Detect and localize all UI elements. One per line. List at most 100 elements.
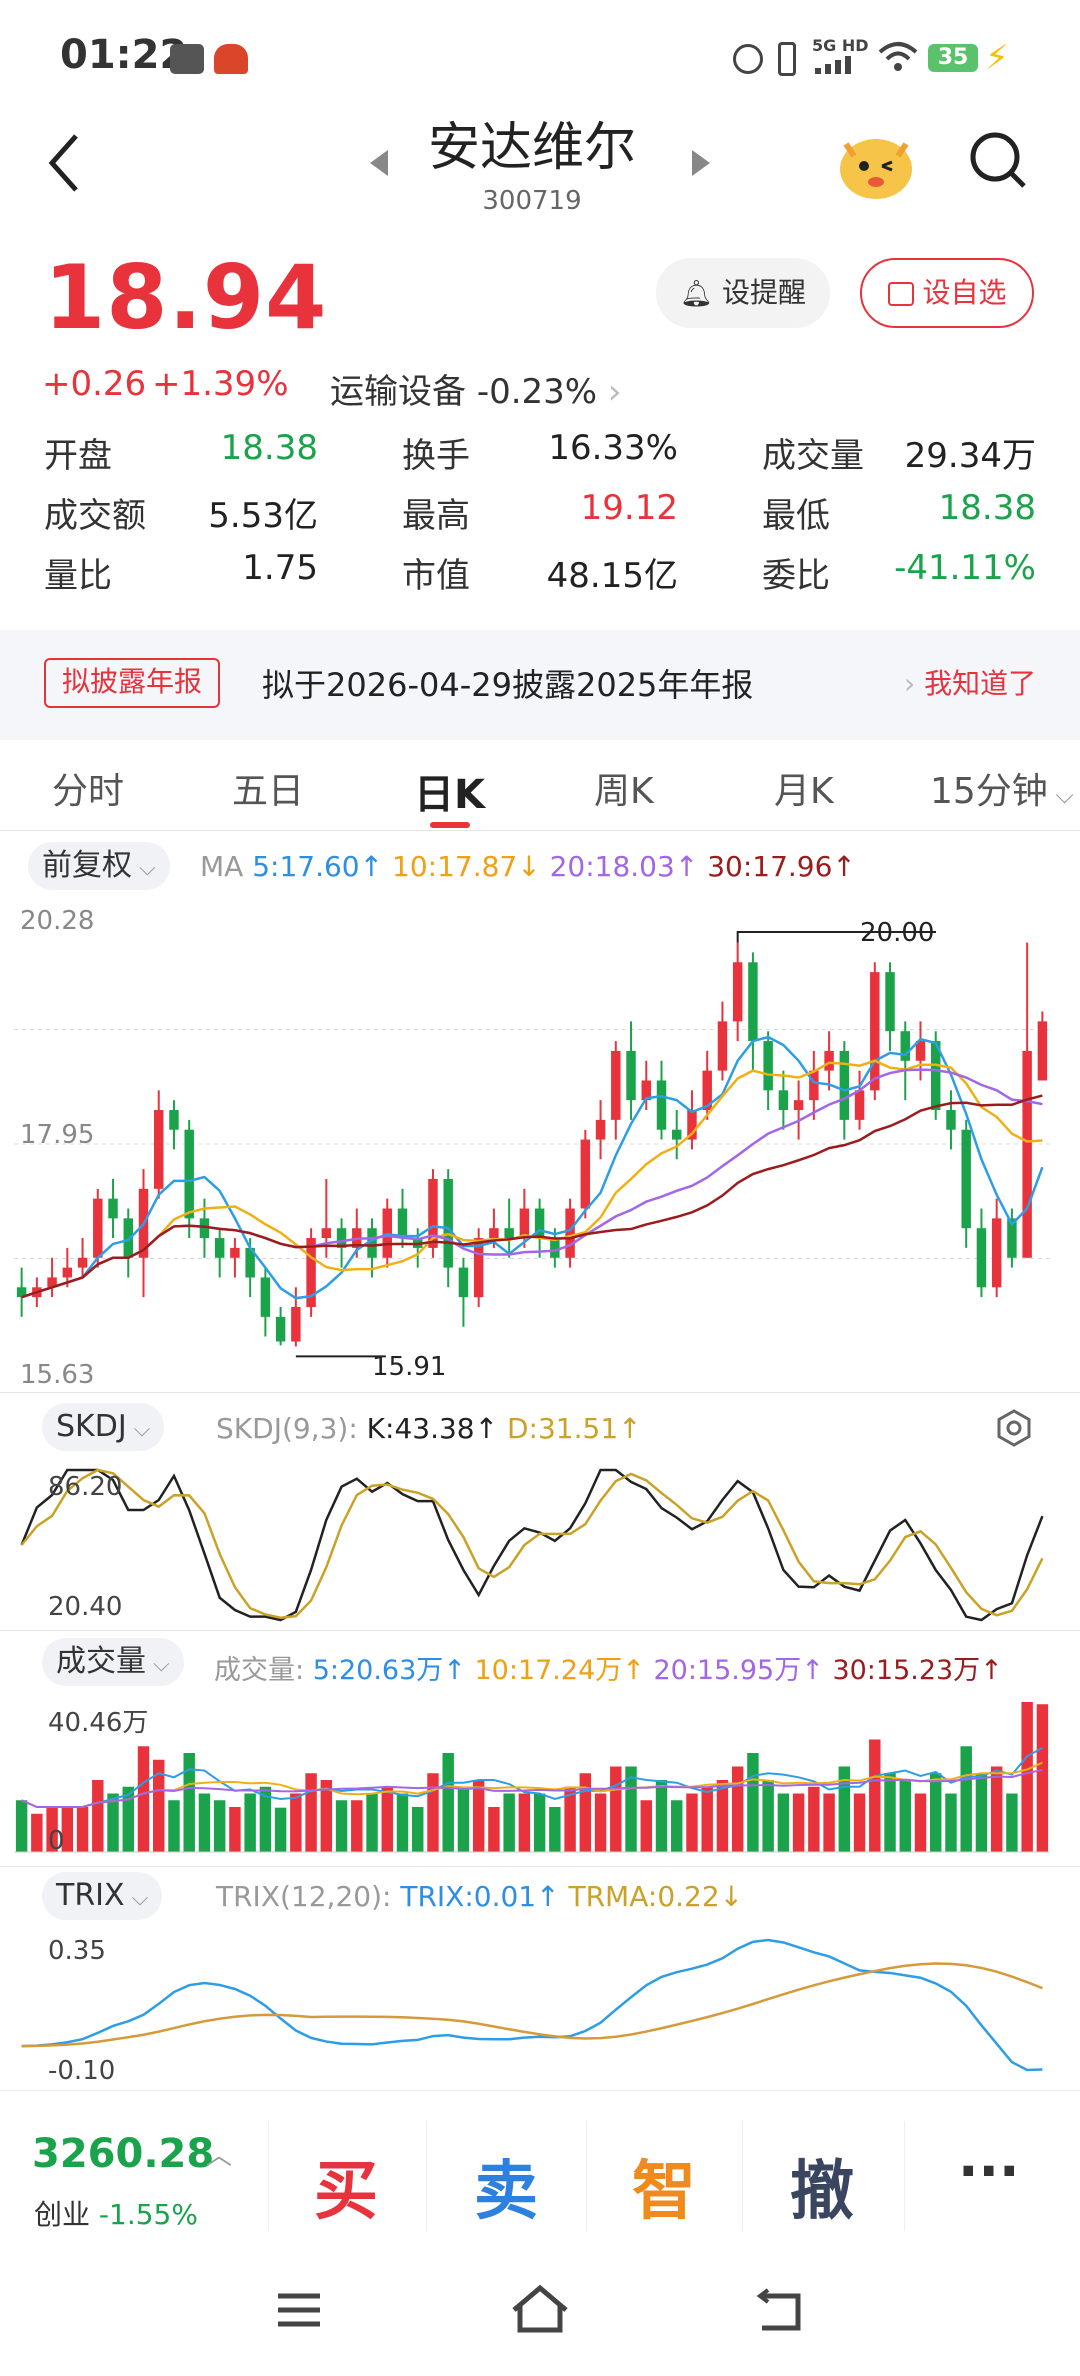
vol30-value: 30:15.23万↑ (832, 1655, 1003, 1686)
volume-bar (351, 1800, 363, 1852)
volume-bar (792, 1793, 805, 1852)
vol20-value: 20:15.95万↑ (653, 1655, 824, 1686)
volume-bar (869, 1739, 881, 1852)
volume-bar (671, 1800, 683, 1852)
menu-icon[interactable] (274, 2290, 324, 2334)
trma-value: TRMA:0.22↓ (568, 1880, 744, 1913)
tab-daily-k[interactable]: 日K (414, 762, 485, 820)
chevron-down-icon: ⌵ (126, 1417, 151, 1442)
trma-line (21, 1962, 1043, 2048)
skdj-k-line (20, 1468, 1044, 1622)
chevron-down-icon: ⌵ (124, 1886, 149, 1911)
mascot-icon[interactable] (836, 124, 916, 208)
candle-body (961, 1129, 971, 1229)
volume-bar (579, 1773, 592, 1852)
stat-value: 18.38 (220, 428, 318, 468)
high-marker: 20.00 (860, 918, 935, 948)
back-nav-icon[interactable] (754, 2288, 804, 2336)
candle-body (611, 1050, 621, 1120)
volume-legend: 成交量: 5:20.63万↑ 10:17.24万↑ 20:15.95万↑ 30:… (214, 1648, 1003, 1687)
disclosure-banner[interactable]: 拟披露年报 拟于2026-04-29披露2025年年报 › 我知道了 (0, 630, 1080, 740)
adjust-dropdown[interactable]: 前复权 ⌵ (28, 842, 170, 890)
banner-text: 拟于2026-04-29披露2025年年报 (262, 666, 754, 704)
vol10-value: 10:17.24万↑ (474, 1655, 645, 1686)
buy-button[interactable]: 买 (314, 2140, 378, 2232)
volume-bar (731, 1766, 744, 1852)
volume-bar (610, 1766, 622, 1852)
volume-bar (457, 1786, 470, 1852)
candle-body (275, 1316, 286, 1342)
candle-body (900, 1031, 910, 1061)
chevron-up-icon[interactable]: ︿ (206, 2135, 232, 2172)
add-watchlist-button[interactable]: 设自选 (860, 258, 1034, 328)
volume-bar (533, 1793, 546, 1852)
home-icon[interactable] (510, 2284, 570, 2338)
tab-five-day[interactable]: 五日 (232, 762, 304, 814)
volume-bar (488, 1807, 500, 1852)
volume-dropdown[interactable]: 成交量 ⌵ (42, 1638, 184, 1686)
trix-dropdown[interactable]: TRIX ⌵ (42, 1872, 163, 1920)
candle-body (93, 1198, 103, 1258)
candle-body (809, 1070, 819, 1101)
set-alert-button[interactable]: 🔔︎ 设提醒 (656, 258, 830, 328)
volume-bar (518, 1793, 531, 1852)
divider (904, 2121, 905, 2231)
volume-bar (1021, 1702, 1033, 1852)
cancel-order-button[interactable]: 撤 (790, 2140, 854, 2232)
volume-bar (823, 1793, 835, 1852)
volume-bar (503, 1793, 515, 1852)
dismiss-banner-label: 我知道了 (924, 667, 1037, 700)
status-time: 01:22 (60, 32, 188, 78)
vol5-value: 5:20.63万↑ (312, 1655, 466, 1686)
candle-body (154, 1110, 164, 1189)
skdj-params: SKDJ(9,3): (216, 1412, 358, 1445)
tab-intraday[interactable]: 分时 (52, 762, 124, 814)
volume-bar (1036, 1704, 1049, 1852)
trix-params: TRIX(12,20): (216, 1880, 392, 1913)
candle-body (976, 1228, 987, 1288)
candle-body (626, 1050, 636, 1101)
status-bar: 01:22 5G HD 35 ⚡ (0, 0, 1080, 110)
candle-body (108, 1198, 118, 1219)
index-info: 创业 -1.55% (34, 2193, 198, 2233)
settings-icon[interactable] (994, 1408, 1034, 1452)
dismiss-banner-button[interactable]: › 我知道了 (904, 662, 1036, 702)
candle-body (1022, 1050, 1032, 1258)
index-name: 创业 (34, 2198, 91, 2231)
stat-label: 开盘 (44, 436, 112, 476)
volume-bar (884, 1773, 896, 1852)
volume-bar (366, 1793, 378, 1852)
smart-button[interactable]: 智 (632, 2140, 696, 2232)
tab-weekly-k[interactable]: 周K (594, 762, 654, 814)
more-button[interactable]: ··· (958, 2140, 1020, 2203)
volume-bar (853, 1793, 866, 1852)
search-icon[interactable] (968, 130, 1028, 194)
ma-label: MA (200, 850, 244, 883)
volume-bar (137, 1746, 150, 1852)
candle-body (778, 1090, 789, 1111)
stat-label: 成交量 (762, 436, 864, 476)
volume-bar (930, 1773, 942, 1852)
volume-bar (442, 1753, 454, 1852)
volume-ymax: 40.46万 (48, 1708, 149, 1738)
tab-monthly-k[interactable]: 月K (774, 762, 834, 814)
skdj-dropdown[interactable]: SKDJ ⌵ (42, 1403, 165, 1451)
chevron-down-icon: ⌵ (1047, 781, 1074, 809)
tab-15min[interactable]: 15分钟 ⌵ (930, 762, 1074, 814)
sector-link[interactable]: 运输设备 -0.23% › (330, 364, 622, 413)
index-pct: -1.55% (98, 2198, 198, 2231)
volume-bar (76, 1807, 89, 1852)
volume-chart (14, 1702, 1050, 1853)
stat-label: 市值 (402, 556, 470, 596)
sell-button[interactable]: 卖 (474, 2140, 538, 2232)
candle-body (230, 1247, 240, 1258)
sector-pct: -0.23% (476, 372, 598, 412)
trix-value: TRIX:0.01↑ (400, 1880, 560, 1913)
index-value[interactable]: 3260.28 (32, 2131, 214, 2177)
volume-bar (990, 1766, 1003, 1852)
volume-bar (549, 1807, 561, 1852)
stat-value: 29.34万 (904, 436, 1036, 476)
kline-chart[interactable] (0, 895, 1080, 1395)
candle-body (260, 1277, 271, 1317)
active-tab-indicator (430, 822, 470, 828)
